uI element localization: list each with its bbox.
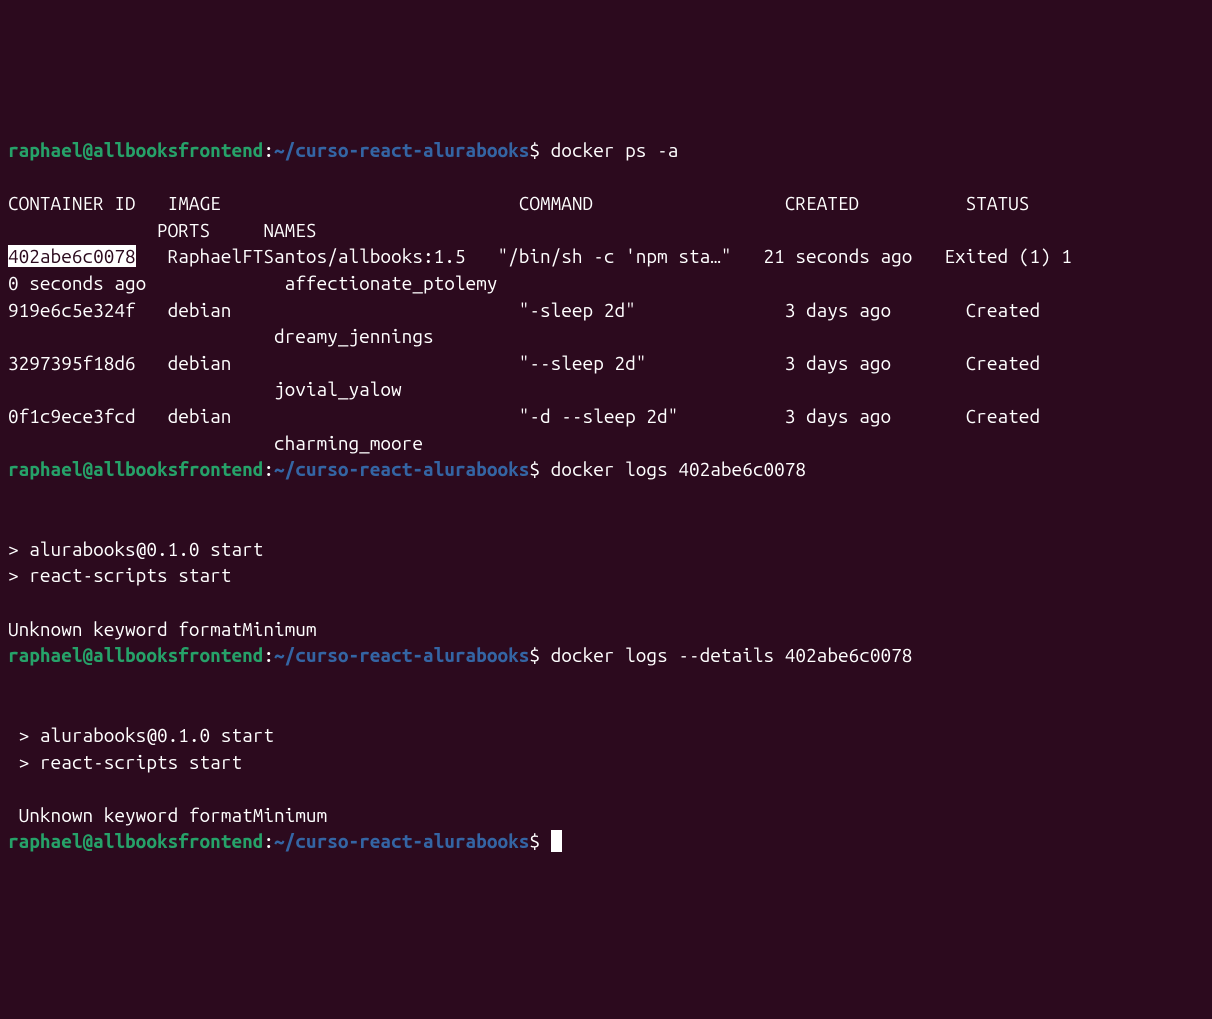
highlighted-container-id: 402abe6c0078 [8,245,136,267]
user-host: raphael@allbooksfrontend [8,139,263,161]
log-line: Unknown keyword formatMinimum [8,804,327,826]
log-line: > react-scripts start [8,751,242,773]
prompt-line-2: raphael@allbooksfrontend:~/curso-react-a… [8,456,1204,483]
container-row-4b: charming_moore [8,432,423,454]
table-header-2: PORTS NAMES [8,219,317,241]
log-line: Unknown keyword formatMinimum [8,618,317,640]
prompt-line-1: raphael@allbooksfrontend:~/curso-react-a… [8,137,1204,164]
log-line: > react-scripts start [8,564,231,586]
cursor[interactable] [551,830,562,852]
container-row-4a: 0f1c9ece3fcd debian "-d --sleep 2d" 3 da… [8,405,1040,427]
container-row-2b: dreamy_jennings [8,325,434,347]
prompt-line-4: raphael@allbooksfrontend:~/curso-react-a… [8,828,1204,855]
command-input: docker ps -a [551,139,679,161]
terminal-content[interactable]: raphael@allbooksfrontend:~/curso-react-a… [8,110,1204,881]
container-row-1a: 402abe6c0078 RaphaelFTSantos/allbooks:1.… [8,245,1072,267]
log-line: > alurabooks@0.1.0 start [8,538,263,560]
container-row-1b: 0 seconds ago affectionate_ptolemy [8,272,497,294]
command-input: docker logs 402abe6c0078 [551,458,806,480]
container-row-3b: jovial_yalow [8,378,402,400]
container-row-2a: 919e6c5e324f debian "-sleep 2d" 3 days a… [8,299,1040,321]
command-input: docker logs --details 402abe6c0078 [551,644,913,666]
table-header-1: CONTAINER ID IMAGE COMMAND CREATED STATU… [8,192,1029,214]
container-row-3a: 3297395f18d6 debian "--sleep 2d" 3 days … [8,352,1040,374]
prompt-line-3: raphael@allbooksfrontend:~/curso-react-a… [8,642,1204,669]
log-line: > alurabooks@0.1.0 start [8,724,274,746]
path: ~/curso-react-alurabooks [274,139,529,161]
